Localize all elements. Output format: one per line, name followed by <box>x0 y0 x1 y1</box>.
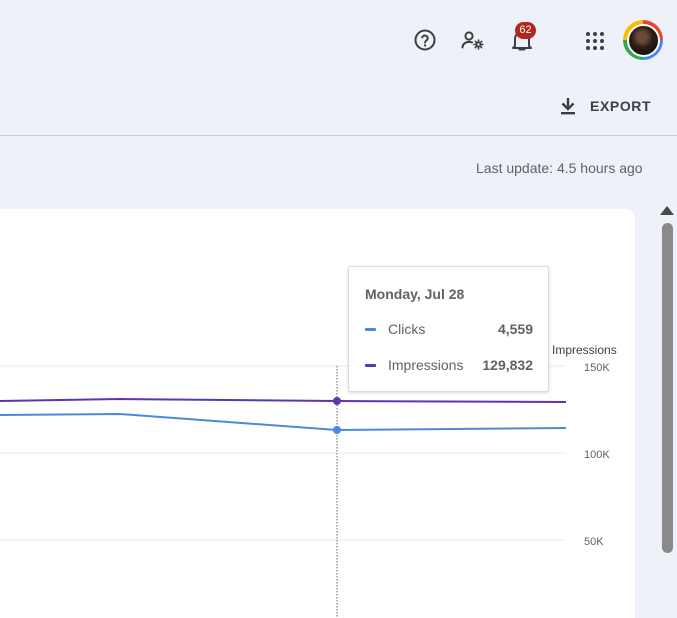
tooltip-date: Monday, Jul 28 <box>365 286 465 302</box>
tooltip-impressions-value: 129,832 <box>482 357 533 373</box>
tooltip-row-clicks: Clicks 4,559 <box>365 320 533 338</box>
tooltip-impressions-label: Impressions <box>388 357 464 373</box>
y-tick-150k: 150K <box>584 362 610 374</box>
google-apps-button[interactable] <box>582 28 608 54</box>
point-impressions-jul-28[interactable] <box>333 397 341 405</box>
report-toolbar: EXPORT <box>0 78 677 136</box>
impressions-legend-swatch <box>365 363 376 367</box>
notifications-count-badge: 62 <box>515 22 536 39</box>
apps-grid-icon <box>586 32 604 50</box>
account-avatar-button[interactable] <box>623 20 663 60</box>
manage-accounts-button[interactable] <box>458 26 488 54</box>
tooltip-clicks-label: Clicks <box>388 321 426 337</box>
chart-tooltip: Monday, Jul 28 Clicks 4,559 Impressions … <box>348 266 549 392</box>
help-button[interactable] <box>411 26 439 54</box>
series-line-impressions <box>0 397 567 403</box>
series-line-clicks <box>0 412 567 432</box>
last-update-text: Last update: 4.5 hours ago <box>476 160 643 176</box>
manage-accounts-icon <box>461 31 484 50</box>
export-label: EXPORT <box>590 98 652 114</box>
tooltip-row-impressions: Impressions 129,832 <box>365 356 533 374</box>
y-tick-100k: 100K <box>584 449 610 461</box>
avatar-photo <box>626 23 660 57</box>
download-icon <box>561 98 575 115</box>
export-button[interactable]: EXPORT <box>558 92 651 120</box>
scroll-up-arrow-icon[interactable] <box>660 206 674 215</box>
top-app-bar: 62 <box>0 0 677 78</box>
y-right-axis-title: Impressions <box>552 343 617 357</box>
clicks-legend-swatch <box>365 327 376 331</box>
tooltip-clicks-value: 4,559 <box>497 321 533 337</box>
help-circle-icon <box>414 29 436 51</box>
scrollbar-thumb[interactable] <box>662 223 673 553</box>
y-tick-50k: 50K <box>584 536 604 548</box>
point-clicks-jul-28[interactable] <box>333 426 341 434</box>
